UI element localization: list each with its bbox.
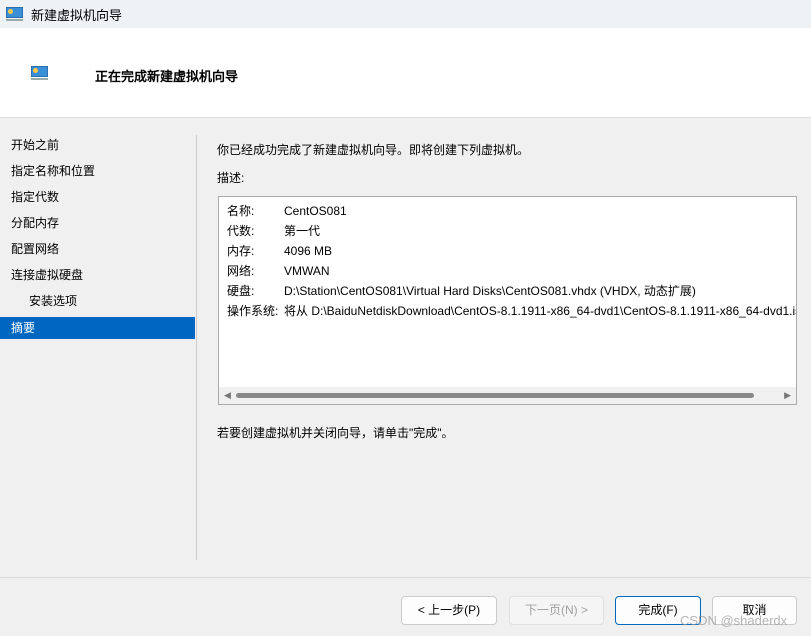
summary-row: 操作系统: 将从 D:\BaiduNetdiskDownload\CentOS-8… bbox=[227, 302, 797, 319]
step-memory[interactable]: 分配内存 bbox=[0, 213, 195, 239]
summary-value: VMWAN bbox=[284, 264, 330, 278]
summary-row: 硬盘: D:\Station\CentOS081\Virtual Hard Dis… bbox=[227, 282, 696, 299]
scroll-left-icon[interactable]: ◀ bbox=[224, 390, 231, 401]
divider bbox=[196, 135, 197, 560]
vm-monitor-icon bbox=[31, 66, 48, 80]
description-label: 描述: bbox=[217, 171, 245, 185]
horizontal-scrollbar[interactable]: ◀ ▶ bbox=[219, 387, 796, 404]
summary-row: 内存: 4096 MB bbox=[227, 242, 332, 259]
summary-key: 名称: bbox=[227, 204, 255, 218]
summary-value: 将从 D:\BaiduNetdiskDownload\CentOS-8.1.19… bbox=[284, 304, 797, 318]
summary-key: 网络: bbox=[227, 264, 255, 278]
summary-key: 硬盘: bbox=[227, 284, 255, 298]
page-title: 正在完成新建虚拟机向导 bbox=[95, 69, 239, 84]
scrollbar-thumb[interactable] bbox=[236, 393, 754, 398]
summary-value: D:\Station\CentOS081\Virtual Hard Disks\… bbox=[284, 284, 696, 298]
step-summary[interactable]: 摘要 bbox=[0, 317, 195, 339]
vm-monitor-icon bbox=[6, 7, 23, 21]
step-install-options[interactable]: 安装选项 bbox=[0, 291, 195, 317]
step-name-location[interactable]: 指定名称和位置 bbox=[0, 161, 195, 187]
next-button[interactable]: 下一页(N) > bbox=[509, 596, 604, 625]
summary-key: 代数: bbox=[227, 224, 255, 238]
step-hard-disk[interactable]: 连接虚拟硬盘 bbox=[0, 265, 195, 291]
intro-text: 你已经成功完成了新建虚拟机向导。即将创建下列虚拟机。 bbox=[217, 143, 530, 157]
summary-value: 4096 MB bbox=[284, 244, 333, 258]
summary-key: 操作系统: bbox=[227, 304, 279, 318]
previous-button[interactable]: < 上一步(P) bbox=[401, 596, 497, 625]
title-bar: 新建虚拟机向导 bbox=[0, 0, 811, 28]
summary-box[interactable]: 名称: CentOS081 代数: 第一代 内存: 4096 MB 网络: VMWAN … bbox=[218, 196, 797, 405]
step-before-you-begin[interactable]: 开始之前 bbox=[0, 135, 195, 161]
finish-instruction: 若要创建虚拟机并关闭向导，请单击"完成"。 bbox=[217, 426, 454, 440]
summary-row: 网络: VMWAN bbox=[227, 262, 330, 279]
summary-row: 代数: 第一代 bbox=[227, 222, 320, 239]
scroll-right-icon[interactable]: ▶ bbox=[784, 390, 791, 401]
summary-value: CentOS081 bbox=[284, 204, 347, 218]
wizard-header: 正在完成新建虚拟机向导 bbox=[0, 28, 811, 118]
watermark: CSDN @shaderdx bbox=[680, 613, 788, 628]
step-generation[interactable]: 指定代数 bbox=[0, 187, 195, 213]
summary-row: 名称: CentOS081 bbox=[227, 202, 347, 219]
summary-value: 第一代 bbox=[284, 224, 321, 238]
wizard-steps: 开始之前 指定名称和位置 指定代数 分配内存 配置网络 连接虚拟硬盘 安装选项 … bbox=[0, 135, 195, 339]
step-network[interactable]: 配置网络 bbox=[0, 239, 195, 265]
window-title: 新建虚拟机向导 bbox=[31, 7, 123, 23]
footer-divider bbox=[0, 577, 811, 578]
summary-key: 内存: bbox=[227, 244, 255, 258]
